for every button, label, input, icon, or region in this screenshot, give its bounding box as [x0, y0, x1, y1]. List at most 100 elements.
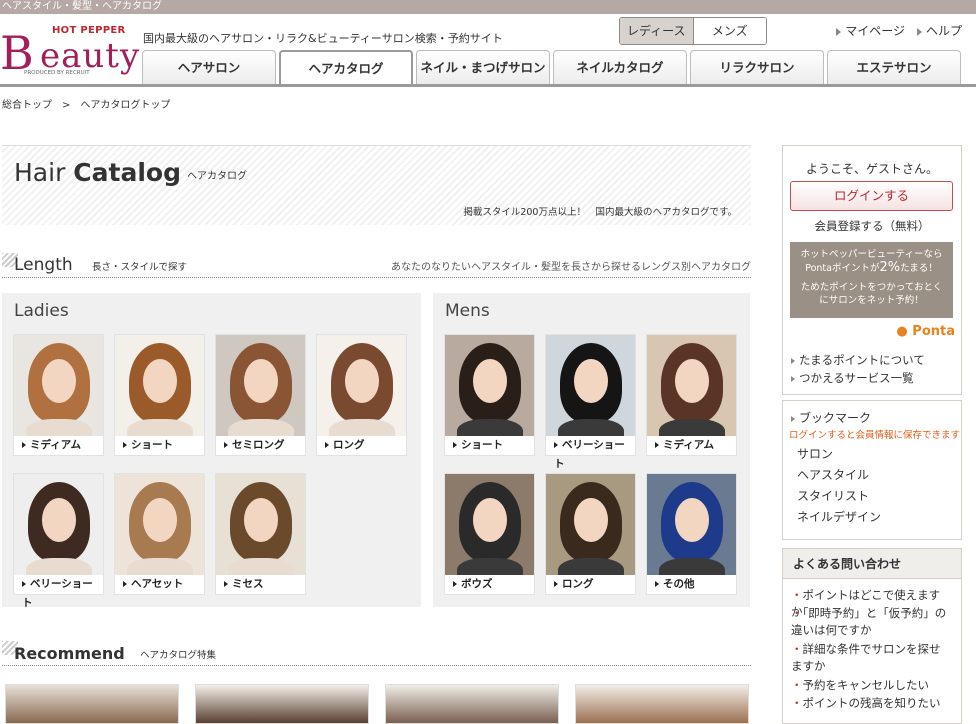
ladies-style-card[interactable]: ヘアセット [114, 473, 205, 595]
arrow-right-icon [453, 581, 457, 587]
mens-style-card[interactable]: ショート [444, 334, 535, 456]
gender-switch: レディース メンズ [619, 17, 767, 45]
ladies-style-card[interactable]: ベリーショート [13, 473, 104, 609]
hairstyle-photo [14, 335, 103, 438]
ponta-logo: ● Ponta [896, 324, 955, 339]
faq-item[interactable]: ポイントの残高を知りたい [791, 695, 951, 712]
welcome-text: ようこそ、ゲストさん。 [805, 162, 938, 176]
ladies-title: Ladies [14, 301, 69, 321]
recommend-subtitle: ヘアカタログ特集 [140, 650, 217, 661]
arrow-right-icon [123, 442, 127, 448]
arrow-right-icon [554, 581, 558, 587]
ponta-line2: Pontaポイントが2%たまる！ [790, 261, 953, 275]
ponta-line3: ためたポイントをつかっておとく [800, 282, 943, 293]
arrow-right-icon [224, 442, 228, 448]
points-info-link[interactable]: たまるポイントについて [791, 352, 925, 368]
ponta-logo-text: Ponta [912, 324, 955, 339]
mens-toggle[interactable]: メンズ [693, 18, 766, 44]
recommend-card[interactable] [385, 684, 559, 724]
tab-relax-salon[interactable]: リラクサロン [690, 50, 824, 84]
top-bar: ヘアスタイル・髪型・ヘアカタログ [0, 0, 976, 14]
ponta-line1: ホットペッパービューティーなら [800, 249, 943, 260]
recommend-title: Recommend [14, 644, 125, 663]
services-list-link[interactable]: つかえるサービス一覧 [791, 370, 914, 386]
face-shape [244, 498, 278, 542]
hairstyle-photo [317, 335, 406, 438]
register-link[interactable]: 会員登録する（無料） [783, 218, 961, 234]
bookmark-nail-design[interactable]: ネイルデザイン [797, 508, 881, 525]
style-label-text: ベリーショート [554, 439, 625, 470]
style-label-text: ロング [333, 439, 365, 451]
face-shape [574, 359, 608, 403]
mens-style-card[interactable]: ミディアム [646, 334, 737, 456]
tab-hair-salon[interactable]: ヘアサロン [142, 50, 276, 84]
style-label: ミディアム [647, 436, 736, 455]
mypage-link[interactable]: マイページ [836, 22, 905, 39]
hairstyle-photo [115, 335, 204, 438]
face-shape [675, 498, 709, 542]
length-subtitle: 長さ・スタイルで探す [92, 262, 188, 273]
style-label: ショート [445, 436, 534, 455]
ladies-style-card[interactable]: ショート [114, 334, 205, 456]
style-label: ロング [546, 575, 635, 594]
style-label: ミセス [216, 575, 305, 594]
tab-hair-catalog[interactable]: ヘアカタログ [279, 50, 413, 84]
faq-item[interactable]: 「即時予約」と「仮予約」の違いは何ですか [791, 605, 951, 639]
bookmark-stylist[interactable]: スタイリスト [797, 487, 869, 504]
hairstyle-photo [647, 474, 736, 577]
ladies-toggle[interactable]: レディース [620, 18, 694, 44]
recommend-card[interactable] [5, 684, 179, 724]
recommend-card[interactable] [575, 684, 749, 724]
breadcrumb-current: ヘアカタログトップ [80, 100, 171, 111]
login-button[interactable]: ログインする [790, 181, 953, 211]
mens-title: Mens [445, 301, 490, 321]
title-catalog: Catalog [73, 158, 181, 187]
help-link[interactable]: ヘルプ [916, 22, 962, 39]
faq-item[interactable]: 詳細な条件でサロンを探せますか [791, 641, 951, 675]
arrow-right-icon [325, 442, 329, 448]
face-shape [574, 498, 608, 542]
face-shape [345, 359, 379, 403]
style-label: ロング [317, 436, 406, 455]
face-shape [473, 498, 507, 542]
tab-nail-eyelash-salon[interactable]: ネイル・まつげサロン [416, 50, 550, 84]
mens-style-card[interactable]: ロング [545, 473, 636, 595]
ladies-style-card[interactable]: ロング [316, 334, 407, 456]
style-label-text: ヘアセット [131, 578, 184, 590]
tab-esthe-salon[interactable]: エステサロン [827, 50, 961, 84]
ladies-style-card[interactable]: セミロング [215, 334, 306, 456]
mens-style-card[interactable]: その他 [646, 473, 737, 595]
bookmark-box: ブックマーク ログインすると会員情報に保存できます サロン ヘアスタイル スタイ… [782, 400, 962, 540]
ladies-style-card[interactable]: ミディアム [13, 334, 104, 456]
ladies-style-card[interactable]: ミセス [215, 473, 306, 595]
title-hair: Hair [14, 158, 66, 187]
mens-panel: Mens ショート ベリーショート ミディアムボウズ ロング その他 [433, 293, 750, 607]
login-box: ようこそ、ゲストさん。 ログインする 会員登録する（無料） ホットペッパービュー… [782, 145, 962, 395]
style-label: ベリーショート [14, 575, 103, 609]
face-shape [42, 359, 76, 403]
mens-style-card[interactable]: ベリーショート [545, 334, 636, 470]
recommend-card[interactable] [195, 684, 369, 724]
bookmark-label: ブックマーク [799, 411, 872, 425]
faq-item[interactable]: 予約をキャンセルしたい [791, 677, 951, 694]
arrow-right-icon [22, 581, 26, 587]
hotpepper-beauty-logo[interactable]: HOT PEPPER B eauty PRODUCED BY RECRUIT [0, 22, 139, 82]
tab-nail-catalog[interactable]: ネイルカタログ [553, 50, 687, 84]
face-shape [244, 359, 278, 403]
hairstyle-photo [216, 335, 305, 438]
arrow-right-icon [655, 442, 659, 448]
breadcrumb-separator: > [62, 100, 71, 111]
bookmark-salon[interactable]: サロン [797, 445, 833, 462]
breadcrumb-home[interactable]: 総合トップ [2, 100, 52, 111]
top-links: マイページ ヘルプ [836, 22, 962, 39]
page-title: Hair Catalog ヘアカタログ [14, 158, 247, 187]
mens-style-card[interactable]: ボウズ [444, 473, 535, 595]
hairstyle-photo [216, 474, 305, 577]
arrow-right-icon [791, 415, 795, 422]
ponta-percent: 2% [879, 260, 901, 275]
site-tagline: 国内最大級のヘアサロン・リラク&ビューティーサロン検索・予約サイト [143, 32, 503, 45]
ponta-banner[interactable]: ホットペッパービューティーなら Pontaポイントが2%たまる！ ためたポイント… [790, 242, 953, 318]
bookmark-title[interactable]: ブックマーク [791, 409, 871, 426]
bookmark-hairstyle[interactable]: ヘアスタイル [797, 466, 869, 483]
help-link-label: ヘルプ [925, 24, 962, 38]
